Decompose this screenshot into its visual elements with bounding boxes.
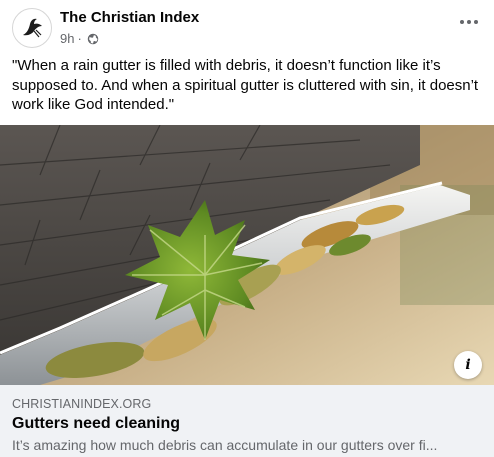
link-description: It’s amazing how much debris can accumul… [12,437,438,453]
link-title[interactable]: Gutters need cleaning [12,415,180,433]
page-name-link[interactable]: The Christian Index [60,9,199,26]
post-timestamp[interactable]: 9h [60,31,74,46]
info-icon: i [465,357,471,373]
link-preview-image[interactable]: i [0,125,494,385]
globe-icon[interactable] [87,33,99,45]
feed-post: The Christian Index 9h · "When a rain gu… [0,0,494,457]
post-meta: 9h · [60,31,99,46]
more-options-button[interactable] [454,10,484,34]
gutter-leaves-photo [0,125,494,385]
image-info-button[interactable]: i [454,351,482,379]
meta-separator: · [77,31,82,46]
link-preview-footer[interactable]: CHRISTIANINDEX.ORG Gutters need cleaning… [0,385,494,457]
post-text: "When a rain gutter is filled with debri… [12,57,479,113]
link-domain: CHRISTIANINDEX.ORG [12,397,152,411]
dove-logo-icon [16,12,48,44]
more-options-icon [460,20,464,24]
page-avatar[interactable] [12,8,52,48]
